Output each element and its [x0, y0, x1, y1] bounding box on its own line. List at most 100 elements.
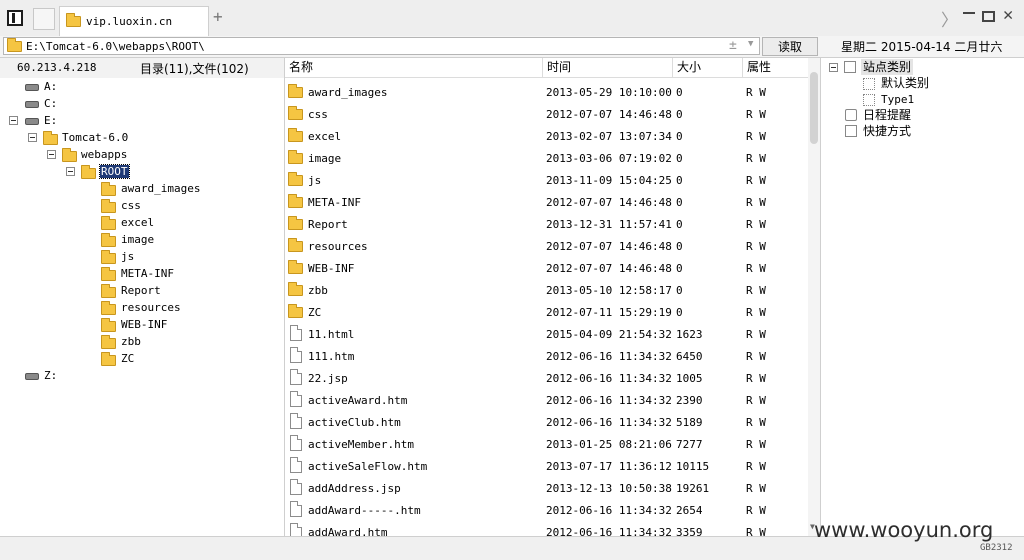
tree-site-category[interactable]: 站点类别 [861, 59, 914, 75]
folder-icon [288, 260, 303, 274]
collapse-icon[interactable] [9, 116, 18, 125]
file-attr: R W [746, 482, 766, 495]
file-time: 2012-06-16 11:34:32 [546, 526, 672, 536]
tree-type1[interactable]: Type1 [881, 92, 914, 108]
tree-child-folder[interactable]: css [121, 197, 141, 214]
file-row[interactable]: activeMember.htm 2013-01-25 08:21:06 7277 R… [285, 433, 808, 455]
file-attr: R W [746, 262, 766, 275]
file-time: 2012-06-16 11:34:32 [546, 504, 672, 517]
column-header-time[interactable]: 时间 [543, 58, 673, 77]
category-icon [844, 61, 856, 73]
tree-schedule[interactable]: 日程提醒 [863, 107, 911, 123]
tree-root-selected[interactable]: ROOT [99, 163, 130, 180]
collapse-icon[interactable] [66, 167, 75, 176]
file-time: 2013-07-17 11:36:12 [546, 460, 672, 473]
tree-child-folder[interactable]: Report [121, 282, 161, 299]
tree-child-folder[interactable]: META-INF [121, 265, 174, 282]
file-size: 1005 [676, 372, 703, 385]
folder-icon [101, 352, 116, 366]
tree-child-folder[interactable]: ZC [121, 350, 134, 367]
read-button[interactable]: 读取 [762, 37, 818, 56]
minimize-icon[interactable] [963, 12, 975, 14]
file-name: 22.jsp [308, 372, 348, 385]
file-name: WEB-INF [308, 262, 355, 275]
collapse-icon[interactable] [47, 150, 56, 159]
file-name: zbb [308, 284, 328, 297]
tab-thumbnail-icon[interactable] [33, 8, 55, 30]
folder-icon [288, 106, 303, 120]
sidebar-toggle-icon[interactable] [7, 10, 23, 26]
vertical-scrollbar[interactable]: ▼ [808, 58, 820, 536]
tree-child-folder[interactable]: zbb [121, 333, 141, 350]
file-icon [290, 501, 302, 517]
plus-minus-icon[interactable]: ± [729, 38, 737, 53]
tree-child-folder[interactable]: WEB-INF [121, 316, 167, 333]
tree-default-category[interactable]: 默认类别 [881, 75, 929, 91]
file-size: 3359 [676, 526, 703, 536]
tab-forward-button[interactable]: 〉 [941, 6, 958, 31]
collapse-icon[interactable] [28, 133, 37, 142]
file-icon [290, 457, 302, 473]
tree-child-folder[interactable]: resources [121, 299, 181, 316]
file-icon [290, 523, 302, 536]
tab-active[interactable]: vip.luoxin.cn [59, 6, 209, 36]
file-row[interactable]: addAward-----.htm 2012-06-16 11:34:32 2654… [285, 499, 808, 521]
file-attr: R W [746, 152, 766, 165]
maximize-icon[interactable] [982, 11, 995, 22]
path-input[interactable]: E:\Tomcat-6.0\webapps\ROOT\ ± ▼ [3, 37, 760, 55]
encoding-label: GB2312 [980, 543, 1013, 553]
file-row[interactable]: addAward.htm 2012-06-16 11:34:32 3359 R W [285, 521, 808, 536]
file-row[interactable]: addAddress.jsp 2013-12-13 10:50:38 19261 R … [285, 477, 808, 499]
file-size: 2390 [676, 394, 703, 407]
file-name: addAddress.jsp [308, 482, 401, 495]
tree-drive-e[interactable]: E: [44, 112, 57, 129]
folder-icon [101, 250, 116, 264]
file-row[interactable]: WEB-INF 2012-07-07 14:46:48 0 R W [285, 257, 808, 279]
file-row[interactable]: activeClub.htm 2012-06-16 11:34:32 5189 R W [285, 411, 808, 433]
tree-child-folder[interactable]: award_images [121, 180, 200, 197]
folder-icon [288, 216, 303, 230]
tree-child-folder[interactable]: excel [121, 214, 154, 231]
tree-child-folder[interactable]: js [121, 248, 134, 265]
column-header-attr[interactable]: 属性 [743, 58, 808, 77]
column-header-size[interactable]: 大小 [673, 58, 743, 77]
tree-drive-c[interactable]: C: [44, 95, 57, 112]
file-row[interactable]: css 2012-07-07 14:46:48 0 R W [285, 103, 808, 125]
file-name: excel [308, 130, 342, 143]
file-time: 2013-03-06 07:19:02 [546, 152, 672, 165]
folder-icon [288, 194, 303, 208]
tree-child-folder[interactable]: image [121, 231, 154, 248]
file-row[interactable]: 22.jsp 2012-06-16 11:34:32 1005 R W [285, 367, 808, 389]
file-row[interactable]: activeAward.htm 2012-06-16 11:34:32 2390 R … [285, 389, 808, 411]
file-row[interactable]: 11.html 2015-04-09 21:54:32 1623 R W [285, 323, 808, 345]
file-name: addAward.htm [308, 526, 388, 536]
drive-icon [25, 373, 39, 380]
file-attr: R W [746, 284, 766, 297]
new-tab-button[interactable]: + [213, 7, 223, 26]
tree-tomcat[interactable]: Tomcat-6.0 [62, 129, 128, 146]
file-row[interactable]: excel 2013-02-07 13:07:34 0 R W [285, 125, 808, 147]
file-row[interactable]: 111.htm 2012-06-16 11:34:32 6450 R W [285, 345, 808, 367]
close-icon[interactable]: ✕ [1003, 5, 1013, 25]
file-time: 2012-07-07 14:46:48 [546, 108, 672, 121]
file-row[interactable]: zbb 2013-05-10 12:58:17 0 R W [285, 279, 808, 301]
file-row[interactable]: META-INF 2012-07-07 14:46:48 0 R W [285, 191, 808, 213]
file-row[interactable]: resources 2012-07-07 14:46:48 0 R W [285, 235, 808, 257]
title-bar: vip.luoxin.cn + 〉 ✕ [0, 0, 1024, 36]
tree-webapps[interactable]: webapps [81, 146, 127, 163]
collapse-icon[interactable] [829, 63, 838, 72]
file-row[interactable]: activeSaleFlow.htm 2013-07-17 11:36:12 101… [285, 455, 808, 477]
file-icon [290, 479, 302, 495]
file-size: 0 [676, 86, 683, 99]
tree-drive-a[interactable]: A: [44, 78, 57, 95]
column-header-name[interactable]: 名称 [285, 58, 543, 77]
tree-shortcuts[interactable]: 快捷方式 [863, 123, 911, 139]
file-row[interactable]: Report 2013-12-31 11:57:41 0 R W [285, 213, 808, 235]
file-row[interactable]: image 2013-03-06 07:19:02 0 R W [285, 147, 808, 169]
dropdown-arrow-icon[interactable]: ▼ [748, 39, 753, 49]
scrollbar-thumb[interactable] [810, 72, 818, 144]
tree-drive-z[interactable]: Z: [44, 367, 57, 384]
file-row[interactable]: award_images 2013-05-29 10:10:00 0 R W [285, 81, 808, 103]
file-row[interactable]: ZC 2012-07-11 15:29:19 0 R W [285, 301, 808, 323]
file-row[interactable]: js 2013-11-09 15:04:25 0 R W [285, 169, 808, 191]
